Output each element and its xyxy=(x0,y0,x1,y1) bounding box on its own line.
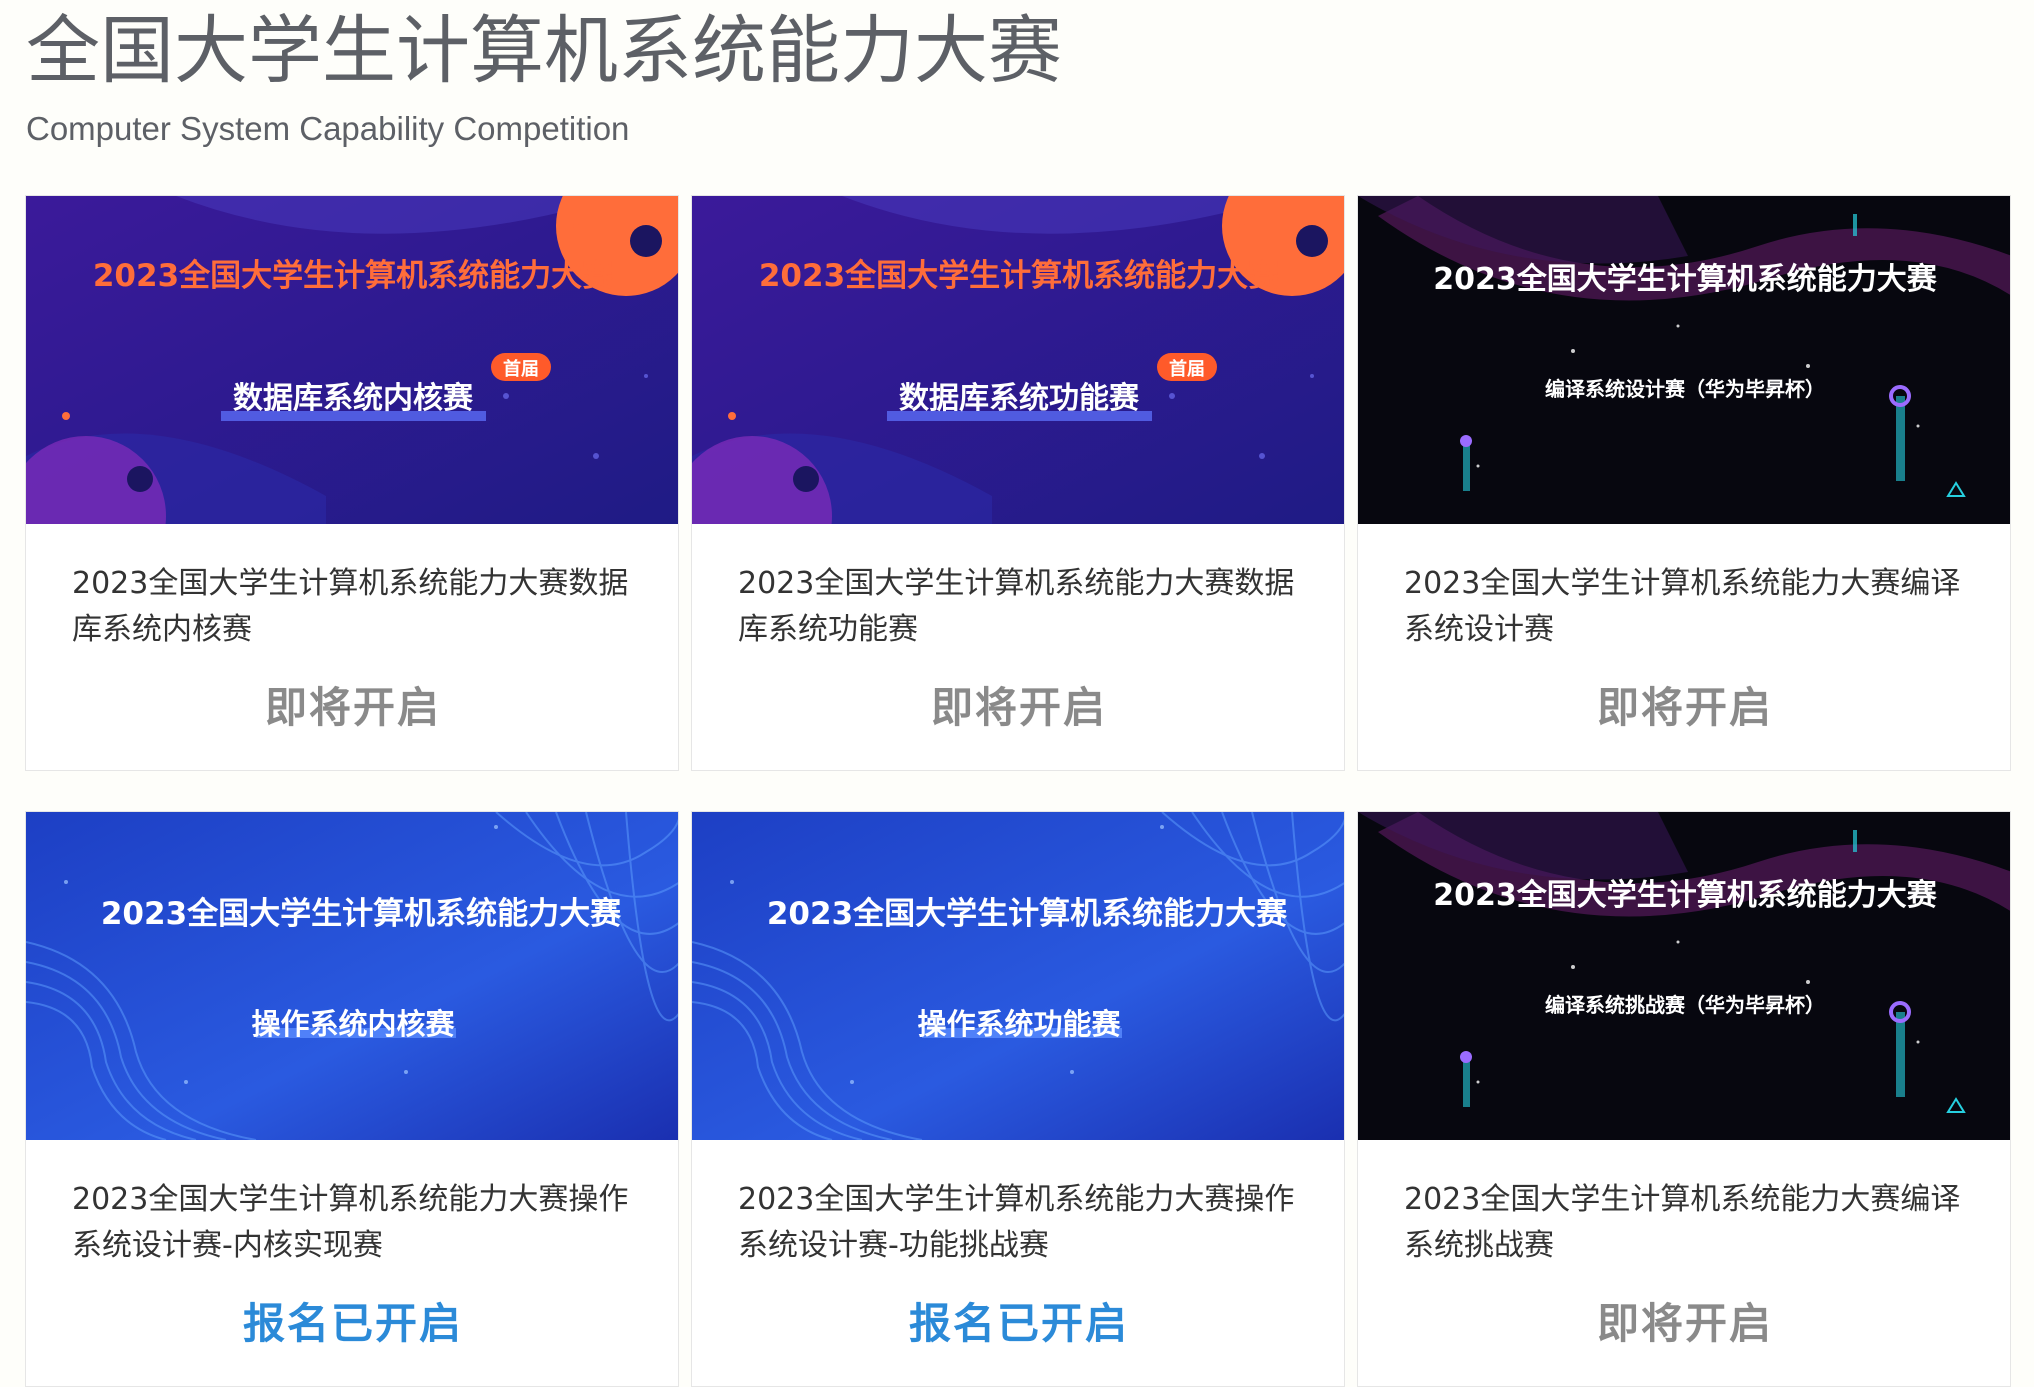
card-banner: 2023全国大学生计算机系统能力大赛 操作系统功能赛 xyxy=(692,812,1344,1140)
card-banner: 2023全国大学生计算机系统能力大赛 编译系统设计赛（华为毕昇杯） xyxy=(1358,196,2010,524)
card-status: 即将开启 xyxy=(930,683,1107,732)
banner-headline: 2023全国大学生计算机系统能力大赛 xyxy=(1433,878,1937,913)
card-title[interactable]: 2023全国大学生计算机系统能力大赛操作系统设计赛-内核实现赛 xyxy=(72,1177,652,1269)
card-title[interactable]: 2023全国大学生计算机系统能力大赛数据库系统内核赛 xyxy=(72,561,652,653)
card-title[interactable]: 2023全国大学生计算机系统能力大赛操作系统设计赛-功能挑战赛 xyxy=(738,1177,1318,1269)
first-edition-badge: 首届 xyxy=(503,358,539,380)
card-banner: 2023全国大学生计算机系统能力大赛 首届 数据库系统内核赛 xyxy=(26,196,678,524)
card-status[interactable]: 报名已开启 xyxy=(26,1290,678,1351)
page-title: 全国大学生计算机系统能力大赛 xyxy=(26,8,1062,94)
page-subtitle: Computer System Capability Competition xyxy=(26,110,630,147)
banner-headline: 2023全国大学生计算机系统能力大赛 xyxy=(767,896,1288,932)
card-banner: 2023全国大学生计算机系统能力大赛 首届 数据库系统功能赛 xyxy=(692,196,1344,524)
card-status: 即将开启 xyxy=(1596,1299,1773,1348)
card-title[interactable]: 2023全国大学生计算机系统能力大赛数据库系统功能赛 xyxy=(738,561,1318,653)
banner-track: 编译系统设计赛（华为毕昇杯） xyxy=(1545,377,1825,401)
competition-card-db-function[interactable]: 2023全国大学生计算机系统能力大赛 首届 数据库系统功能赛 2023全国大学生… xyxy=(691,195,1345,771)
card-status: 即将开启 xyxy=(1596,683,1773,732)
competition-card-os-function[interactable]: 2023全国大学生计算机系统能力大赛 操作系统功能赛 2023全国大学生计算机系… xyxy=(691,811,1345,1387)
card-banner: 2023全国大学生计算机系统能力大赛 编译系统挑战赛（华为毕昇杯） xyxy=(1358,812,2010,1140)
banner-headline: 2023全国大学生计算机系统能力大赛 xyxy=(101,896,622,932)
competition-card-compiler-challenge[interactable]: 2023全国大学生计算机系统能力大赛 编译系统挑战赛（华为毕昇杯） 2023全国… xyxy=(1357,811,2011,1387)
banner-headline: 2023全国大学生计算机系统能力大赛 xyxy=(759,258,1280,294)
banner-track: 数据库系统功能赛 xyxy=(899,381,1140,416)
card-status: 即将开启 xyxy=(264,683,441,732)
first-edition-badge: 首届 xyxy=(1169,358,1205,380)
competition-card-compiler-design[interactable]: 2023全国大学生计算机系统能力大赛 编译系统设计赛（华为毕昇杯） 2023全国… xyxy=(1357,195,2011,771)
banner-headline: 2023全国大学生计算机系统能力大赛 xyxy=(93,258,614,294)
card-title[interactable]: 2023全国大学生计算机系统能力大赛编译系统挑战赛 xyxy=(1404,1177,1984,1269)
competition-card-db-kernel[interactable]: 2023全国大学生计算机系统能力大赛 首届 数据库系统内核赛 2023全国大学生… xyxy=(25,195,679,771)
card-status[interactable]: 报名已开启 xyxy=(692,1290,1344,1351)
card-banner: 2023全国大学生计算机系统能力大赛 操作系统内核赛 xyxy=(26,812,678,1140)
banner-track: 操作系统功能赛 xyxy=(917,1007,1121,1041)
banner-track: 数据库系统内核赛 xyxy=(233,381,474,416)
card-title[interactable]: 2023全国大学生计算机系统能力大赛编译系统设计赛 xyxy=(1404,561,1984,653)
banner-track: 操作系统内核赛 xyxy=(251,1007,455,1041)
banner-headline: 2023全国大学生计算机系统能力大赛 xyxy=(1433,262,1937,297)
banner-track: 编译系统挑战赛（华为毕昇杯） xyxy=(1545,993,1825,1017)
page-header: 全国大学生计算机系统能力大赛 Computer System Capabilit… xyxy=(26,0,1062,148)
competition-card-os-kernel[interactable]: 2023全国大学生计算机系统能力大赛 操作系统内核赛 2023全国大学生计算机系… xyxy=(25,811,679,1387)
